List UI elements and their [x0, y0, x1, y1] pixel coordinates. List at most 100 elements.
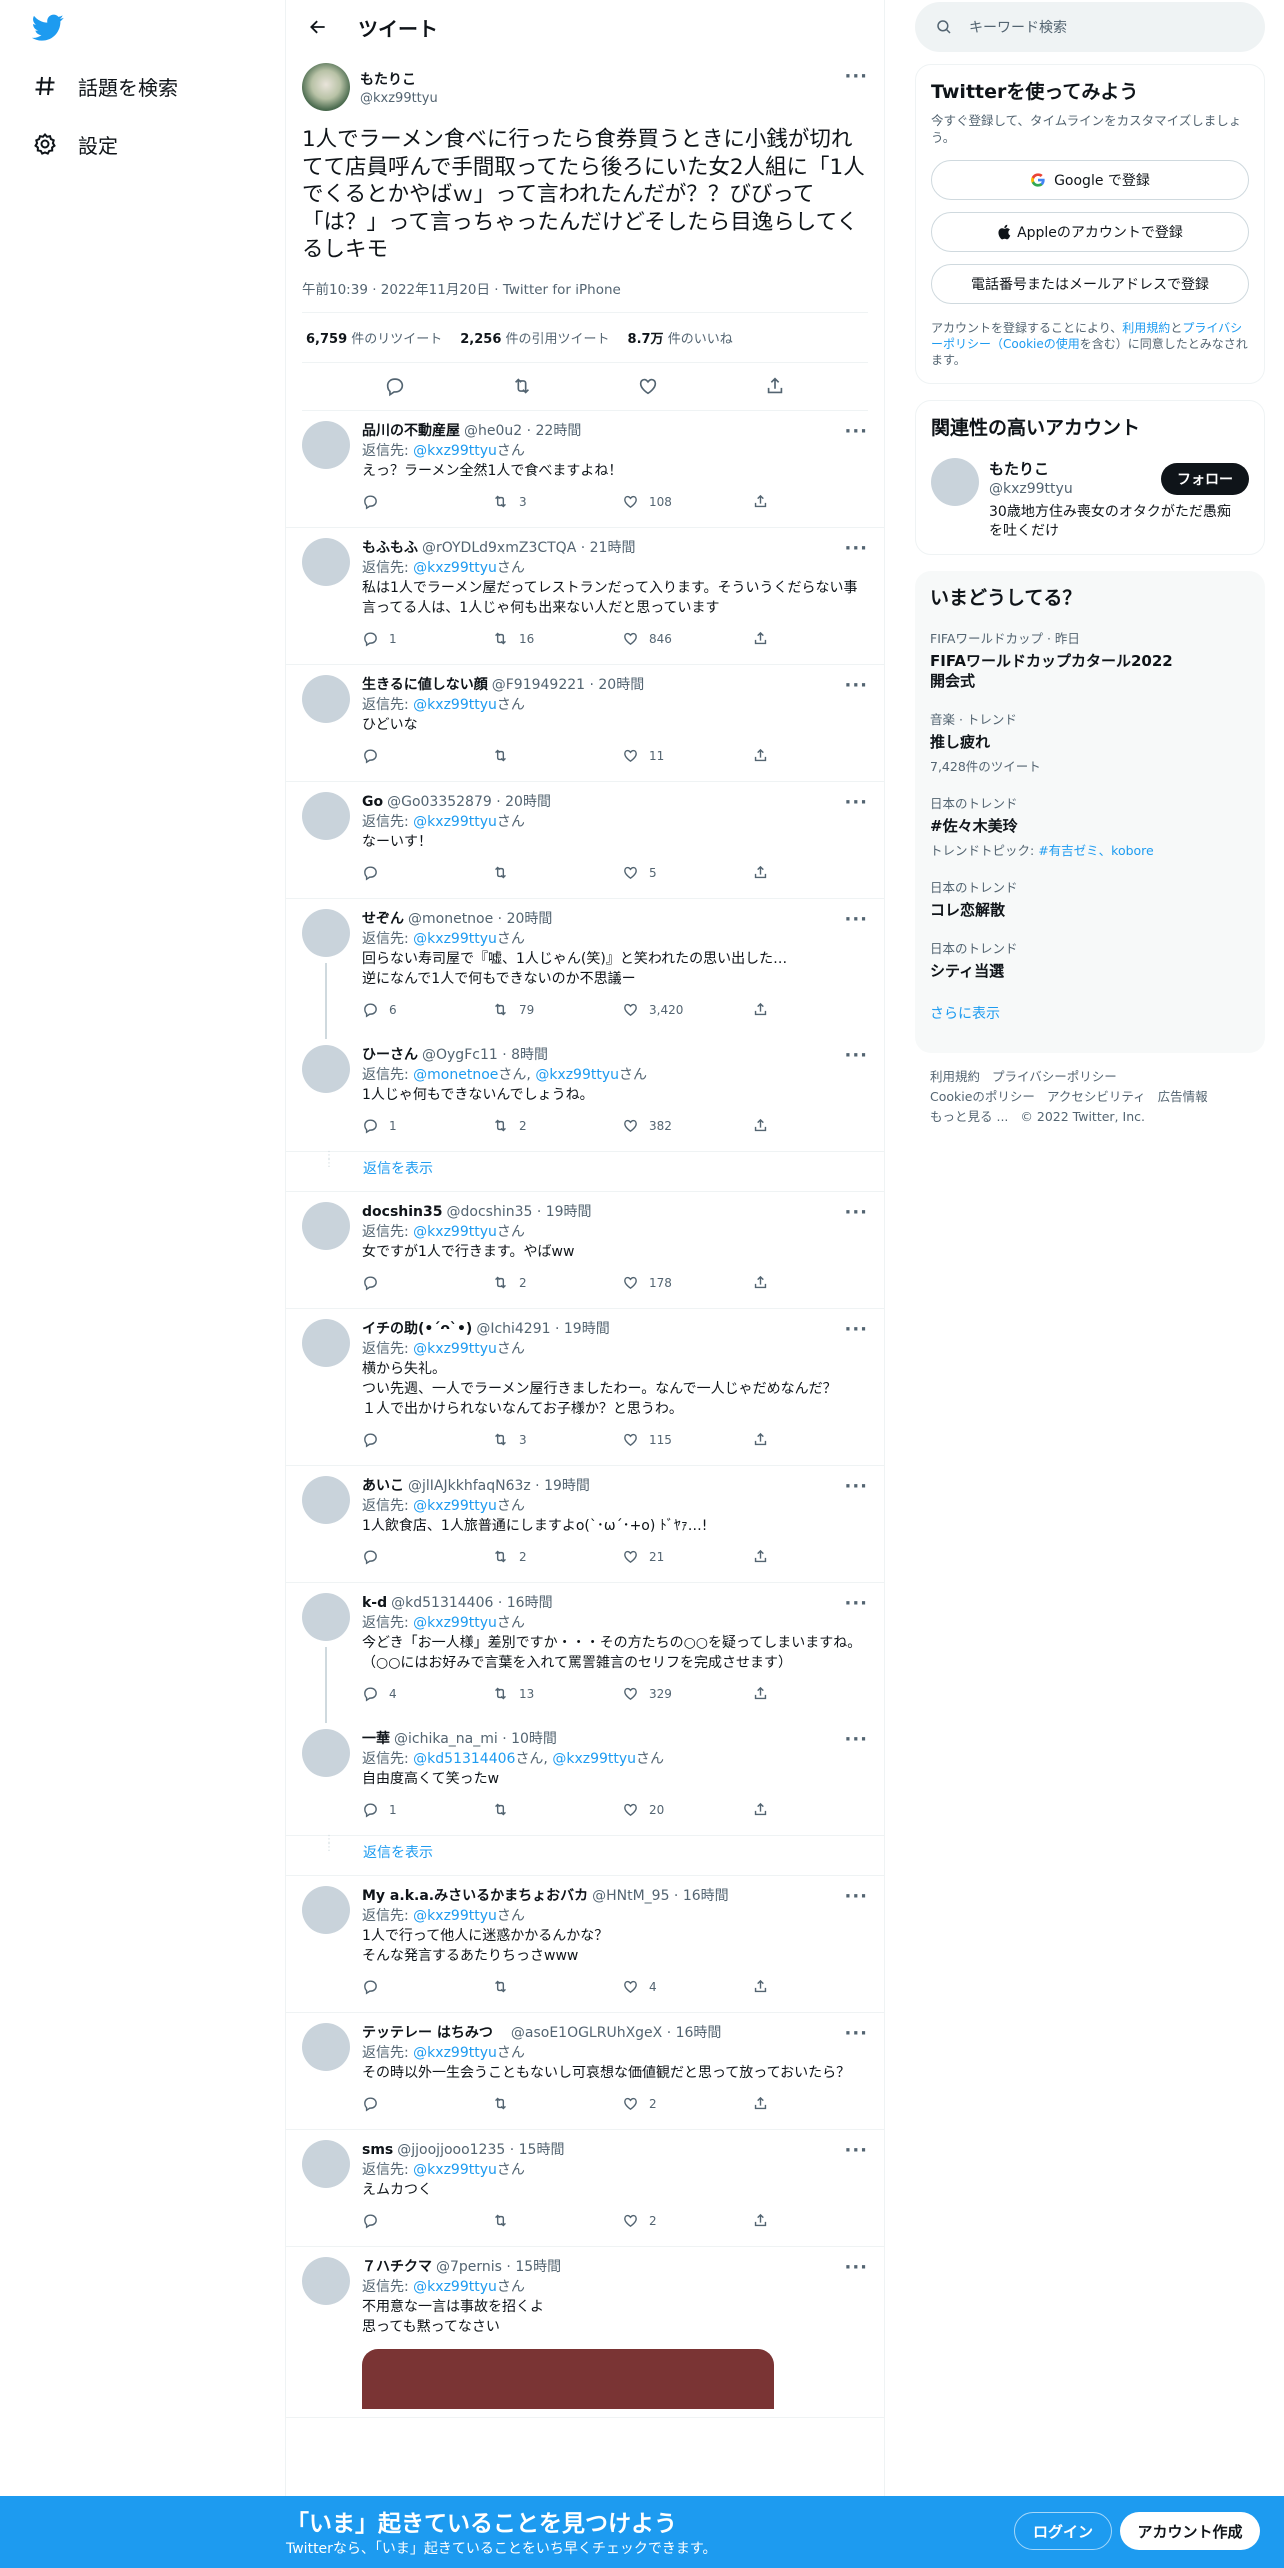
reply-tweet[interactable]: あいこ @jlIAJkkhfaqN63z · 19時間 返信先: @kxz99tty… [286, 1466, 884, 1583]
more-options-icon[interactable]: ··· [844, 1045, 868, 1066]
retweet-button[interactable]: 16 [492, 629, 622, 649]
reply-button[interactable] [362, 493, 492, 510]
reply-tweet[interactable]: ひーさん @OygFc11 · 8時間 返信先: @monetnoeさん, @kxz… [286, 1035, 884, 1152]
like-count-stat[interactable]: 8.7万 件のいいね [628, 328, 733, 347]
like-button[interactable]: 178 [622, 1273, 752, 1293]
share-button[interactable] [752, 1801, 769, 1818]
avatar[interactable] [302, 1885, 350, 1934]
reply-author-handle[interactable]: @F91949221 · 20時間 [492, 675, 644, 695]
reply-to-link[interactable]: @kxz99ttyu [413, 1908, 497, 1924]
avatar[interactable] [302, 537, 350, 586]
reply-button[interactable] [362, 864, 492, 881]
reply-tweet[interactable]: もふもふ @rOYDLd9xmZ3CTQA · 21時間 返信先: @kxz99tt… [286, 528, 884, 665]
reply-author-handle[interactable]: @Ichi4291 · 19時間 [476, 1319, 609, 1339]
retweet-button[interactable] [492, 747, 622, 764]
reply-author-handle[interactable]: @docshin35 · 19時間 [447, 1202, 592, 1222]
like-button[interactable]: 3,420 [622, 1000, 752, 1020]
reply-author-handle[interactable]: @monetnoe · 20時間 [408, 909, 552, 929]
avatar[interactable] [302, 1318, 350, 1367]
reply-to-link[interactable]: @kxz99ttyu [413, 560, 497, 576]
avatar[interactable] [302, 674, 350, 723]
reply-tweet[interactable]: 一華 @ichika_na_mi · 10時間 返信先: @kd51314406さん… [286, 1719, 884, 1836]
reply-author-handle[interactable]: @he0u2 · 22時間 [464, 421, 581, 441]
more-options-icon[interactable]: ··· [844, 1319, 868, 1340]
share-button[interactable] [752, 2212, 769, 2229]
search-placeholder[interactable]: キーワード検索 [969, 17, 1067, 37]
reply-author-name[interactable]: せぞん [362, 909, 404, 929]
reply-author-name[interactable]: sms [362, 2140, 393, 2160]
reply-tweet[interactable]: ７ハチクマ @7pernis · 15時間 返信先: @kxz99ttyuさん 不用意… [286, 2247, 884, 2418]
like-button[interactable]: 115 [622, 1430, 752, 1450]
retweet-button[interactable] [492, 1801, 622, 1818]
like-button[interactable]: 4 [622, 1977, 752, 1997]
share-button[interactable] [752, 1274, 769, 1291]
reply-button[interactable]: 1 [362, 1116, 492, 1136]
reply-tweet[interactable]: My a.k.a.みさいるかまちょおバカ @HNtM_95 · 16時間 返信先: … [286, 1876, 884, 2013]
reply-icon[interactable] [384, 375, 406, 397]
share-button[interactable] [752, 630, 769, 647]
show-replies-link[interactable]: ⋮ ⋮ 返信を表示 [286, 1150, 884, 1192]
footer-accessibility[interactable]: アクセシビリティ [1047, 1089, 1146, 1104]
reply-author-handle[interactable]: @rOYDLd9xmZ3CTQA · 21時間 [422, 538, 635, 558]
share-button[interactable] [752, 1431, 769, 1448]
like-button[interactable]: 108 [622, 492, 752, 512]
more-options-icon[interactable]: ··· [844, 1593, 868, 1614]
retweet-button[interactable]: 79 [492, 1000, 622, 1020]
retweet-button[interactable] [492, 1978, 622, 1995]
like-icon[interactable] [637, 375, 659, 397]
trend-item[interactable]: 日本のトレンド #佐々木美玲 トレンドトピック: #有吉ゼミ、kobore [930, 793, 1250, 859]
like-button[interactable]: 846 [622, 629, 752, 649]
reply-author-name[interactable]: ひーさん [362, 1045, 418, 1065]
retweet-button[interactable] [492, 2212, 622, 2229]
retweet-button[interactable]: 3 [492, 1430, 622, 1450]
reply-to-link[interactable]: @kxz99ttyu [413, 1615, 497, 1631]
like-button[interactable]: 2 [622, 2211, 752, 2231]
more-options-icon[interactable]: ··· [844, 1202, 868, 1223]
reply-author-name[interactable]: ７ハチクマ [362, 2257, 432, 2277]
share-button[interactable] [752, 1117, 769, 1134]
like-button[interactable]: 382 [622, 1116, 752, 1136]
show-more-link[interactable]: さらに表示 [930, 1003, 1250, 1029]
footer-cookie[interactable]: Cookieのポリシー [930, 1089, 1035, 1104]
trend-item[interactable]: 音楽 · トレンド 推し疲れ 7,428件のツイート [930, 709, 1250, 775]
reply-button[interactable] [362, 2212, 492, 2229]
retweet-count-stat[interactable]: 6,759 件のリツイート [306, 328, 442, 347]
phone-signup-button[interactable]: 電話番号またはメールアドレスで登録 [931, 264, 1249, 304]
trend-item[interactable]: FIFAワールドカップ · 昨日 FIFAワールドカップカタール2022 開会式 [930, 628, 1250, 691]
more-options-icon[interactable]: ··· [844, 1476, 868, 1497]
retweet-button[interactable] [492, 2095, 622, 2112]
reply-author-name[interactable]: テッテレー はちみつ [362, 2023, 493, 2043]
reply-button[interactable]: 6 [362, 1000, 492, 1020]
reply-to-link[interactable]: @kxz99ttyu [413, 814, 497, 830]
retweet-button[interactable]: 3 [492, 492, 622, 512]
like-button[interactable]: 5 [622, 863, 752, 883]
reply-author-handle[interactable]: @HNtM_95 · 16時間 [592, 1886, 729, 1906]
signup-button[interactable]: アカウント作成 [1120, 2512, 1260, 2550]
reply-button[interactable]: 1 [362, 1800, 492, 1820]
retweet-button[interactable]: 2 [492, 1273, 622, 1293]
reply-author-name[interactable]: 一華 [362, 1729, 390, 1749]
reply-button[interactable] [362, 1431, 492, 1448]
reply-tweet[interactable]: 品川の不動産屋 @he0u2 · 22時間 返信先: @kxz99ttyuさん えっ？… [286, 411, 884, 528]
avatar[interactable] [302, 2139, 350, 2188]
reply-button[interactable]: 4 [362, 1684, 492, 1704]
share-button[interactable] [752, 1685, 769, 1702]
share-button[interactable] [752, 1548, 769, 1565]
reply-to-link[interactable]: @kxz99ttyu [413, 1224, 497, 1240]
search-box[interactable]: キーワード検索 [915, 2, 1265, 52]
google-signup-button[interactable]: Google で登録 [931, 160, 1249, 200]
more-options-icon[interactable]: ··· [844, 2023, 868, 2044]
reply-button[interactable] [362, 2095, 492, 2112]
avatar[interactable] [302, 1728, 350, 1777]
trend-item[interactable]: 日本のトレンド コレ恋解散 [930, 877, 1250, 920]
reply-tweet[interactable]: イチの助(•´ᴖ`•) @Ichi4291 · 19時間 返信先: @kxz99tt… [286, 1309, 884, 1466]
footer-more[interactable]: もっと見る ... [930, 1109, 1008, 1124]
reply-button[interactable]: 1 [362, 629, 492, 649]
reply-author-name[interactable]: docshin35 [362, 1202, 443, 1222]
avatar[interactable] [302, 908, 350, 957]
reply-tweet[interactable]: docshin35 @docshin35 · 19時間 返信先: @kxz99tty… [286, 1192, 884, 1309]
retweet-button[interactable]: 13 [492, 1684, 622, 1704]
reply-author-name[interactable]: あいこ [362, 1476, 404, 1496]
retweet-icon[interactable] [511, 375, 533, 397]
reply-author-handle[interactable]: @ichika_na_mi · 10時間 [394, 1729, 557, 1749]
